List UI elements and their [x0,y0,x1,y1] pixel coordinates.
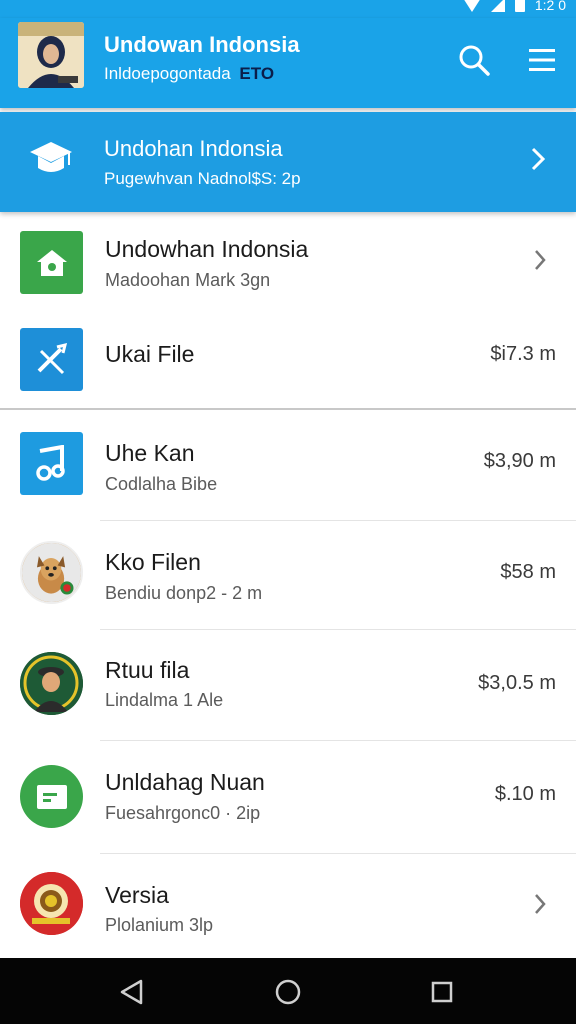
dog-photo [20,541,83,604]
featured-title: Undohan Indonsia [104,136,283,161]
person-photo [20,652,83,715]
list-item-subtitle: Lindalma 1 Ale [105,690,224,710]
chevron-right-icon [530,146,546,177]
app-title: Undowan Indonsia [104,32,300,57]
list-item-title: Undowhan Indonsia [105,236,309,262]
app-subtitle-text: Inldoepogontada [104,64,231,83]
list-item-title: Rtuu fila [105,657,190,683]
navigation-bar [0,958,576,1024]
list-item-subtitle: Fuesahrgonc0 · 2ip [105,803,261,823]
list-item-subtitle: Plolanium 3lp [105,915,214,935]
list-item-value: $58 m [500,561,556,583]
list-item-value: $3,90 m [483,450,556,472]
featured-banner[interactable]: Undohan Indonsia Pugewhvan Nadnol$S: 2p [0,112,576,212]
list-item-title: Kko Filen [105,549,201,575]
app-subtitle: Inldoepogontada ETO [104,64,274,84]
recents-square-icon [431,981,453,1003]
back-button[interactable] [112,972,152,1012]
wifi-icon [462,0,481,12]
list-item[interactable]: Uhe Kan Codlalha Bibe $3,90 m [0,412,576,520]
list-item-subtitle: Bendiu donp2 - 2 m [105,583,263,603]
status-time: 1:2 0 [534,0,566,13]
home-icon [20,231,83,294]
list-item[interactable]: Ukai File $i7.3 m [0,316,576,408]
app-bar: Undowan Indonsia Inldoepogontada ETO [0,18,576,108]
list-item[interactable]: Versia Plolanium 3lp [0,854,576,958]
chevron-right-icon [533,248,547,277]
menu-icon [529,49,555,71]
avatar[interactable] [18,22,84,88]
list-item-title: Versia [105,882,169,908]
tools-icon [20,328,83,391]
home-circle-icon [275,979,301,1005]
home-button[interactable] [268,972,308,1012]
menu-button[interactable] [522,40,562,80]
graduation-cap-icon [28,138,74,183]
app-subtitle-badge: ETO [239,64,275,83]
list-item-value: $3,0.5 m [478,672,556,694]
document-icon [20,765,83,828]
back-triangle-icon [120,979,143,1005]
chevron-right-icon [533,892,547,921]
list-item-value: $.10 m [494,783,556,805]
music-icon [20,432,83,495]
search-icon [459,45,490,76]
list-item-value: $i7.3 m [490,343,556,365]
list-item-subtitle: Codlalha Bibe [105,474,218,494]
list-item-title: Ukai File [105,341,195,367]
list-item[interactable]: Undowhan Indonsia Madoohan Mark 3gn [0,214,576,314]
list-item-subtitle: Madoohan Mark 3gn [105,270,271,290]
emblem-icon [20,872,83,935]
list-item[interactable]: Kko Filen Bendiu donp2 - 2 m $58 m [0,521,576,629]
list-item[interactable]: Unldahag Nuan Fuesahrgonc0 · 2ip $.10 m [0,741,576,853]
featured-subtitle: Pugewhvan Nadnol$S: 2p [104,169,301,188]
signal-icon [490,0,505,12]
battery-icon [514,0,525,12]
section-divider [0,408,576,410]
list-item[interactable]: Rtuu fila Lindalma 1 Ale $3,0.5 m [0,630,576,740]
list-item-title: Uhe Kan [105,440,195,466]
search-button[interactable] [454,40,494,80]
status-bar: 1:2 0 [0,0,576,18]
list-item-title: Unldahag Nuan [105,769,265,795]
recents-button[interactable] [422,972,462,1012]
